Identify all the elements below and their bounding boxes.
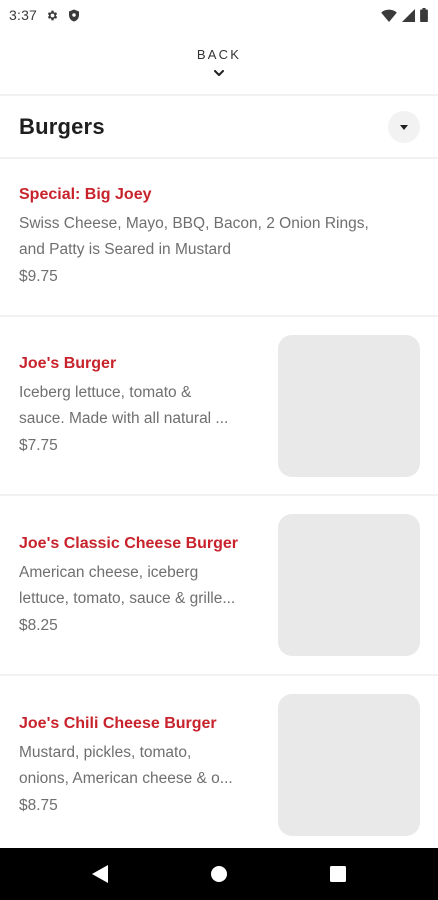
menu-item-description: American cheese, iceberg lettuce, tomato… bbox=[19, 560, 238, 612]
menu-item-description: Mustard, pickles, tomato, onions, Americ… bbox=[19, 740, 233, 792]
menu-item-name: Joe's Chili Cheese Burger bbox=[19, 715, 217, 732]
menu-item-description-line: lettuce, tomato, sauce & grille... bbox=[19, 590, 236, 607]
caret-down-icon bbox=[400, 124, 408, 130]
back-button[interactable]: BACK bbox=[0, 30, 438, 94]
menu-item-price: $7.75 bbox=[19, 437, 58, 454]
menu-item-description-line: Iceberg lettuce, tomato & bbox=[19, 384, 192, 401]
shield-icon bbox=[68, 9, 80, 22]
menu-item-description-line: American cheese, iceberg bbox=[19, 564, 199, 581]
menu-item-name: Special: Big Joey bbox=[19, 186, 152, 203]
menu-item-description: Swiss Cheese, Mayo, BBQ, Bacon, 2 Onion … bbox=[19, 211, 369, 263]
menu-item-description-line: and Patty is Seared in Mustard bbox=[19, 241, 231, 258]
menu-item[interactable]: Joe's Chili Cheese Burger Mustard, pickl… bbox=[0, 676, 438, 848]
menu-item-image bbox=[278, 694, 420, 836]
menu-item-image bbox=[278, 514, 420, 656]
menu-item-name: Joe's Classic Cheese Burger bbox=[19, 535, 239, 552]
chevron-down-icon bbox=[214, 64, 224, 82]
gear-icon bbox=[46, 9, 59, 22]
menu-item-text: Joe's Classic Cheese Burger American che… bbox=[19, 533, 238, 637]
menu-item[interactable]: Joe's Classic Cheese Burger American che… bbox=[0, 496, 438, 674]
wifi-icon bbox=[381, 9, 397, 22]
recents-square-icon[interactable] bbox=[308, 854, 368, 894]
battery-icon bbox=[420, 8, 428, 22]
home-circle-icon[interactable] bbox=[189, 854, 249, 894]
menu-item-description-line: onions, American cheese & o... bbox=[19, 770, 233, 787]
menu-item-description-line: Mustard, pickles, tomato, bbox=[19, 744, 192, 761]
category-title: Burgers bbox=[19, 114, 105, 139]
menu-item-text: Joe's Chili Cheese Burger Mustard, pickl… bbox=[19, 713, 233, 817]
status-right bbox=[381, 8, 428, 22]
signal-icon bbox=[402, 8, 415, 22]
menu-item[interactable]: Special: Big Joey Swiss Cheese, Mayo, BB… bbox=[0, 158, 438, 315]
menu-item-price: $9.75 bbox=[19, 268, 58, 285]
navigation-bar bbox=[0, 848, 438, 900]
back-triangle-icon[interactable] bbox=[70, 854, 130, 894]
menu-item-price: $8.75 bbox=[19, 797, 58, 814]
category-dropdown-button[interactable] bbox=[388, 111, 420, 143]
back-label: BACK bbox=[196, 46, 242, 62]
category-header: Burgers bbox=[0, 96, 438, 158]
menu-item[interactable]: Joe's Burger Iceberg lettuce, tomato & s… bbox=[0, 317, 438, 494]
menu-item-price: $8.25 bbox=[19, 617, 58, 634]
status-bar: 3:37 bbox=[0, 0, 438, 30]
menu-item-description-line: sauce. Made with all natural ... bbox=[19, 410, 229, 427]
menu-item-image bbox=[278, 335, 420, 477]
menu-item-name: Joe's Burger bbox=[19, 355, 117, 372]
status-left: 3:37 bbox=[9, 7, 80, 23]
menu-item-text: Joe's Burger Iceberg lettuce, tomato & s… bbox=[19, 353, 228, 457]
menu-item-text: Special: Big Joey Swiss Cheese, Mayo, BB… bbox=[19, 184, 369, 288]
menu-item-description-line: Swiss Cheese, Mayo, BBQ, Bacon, 2 Onion … bbox=[19, 215, 369, 232]
menu-item-description: Iceberg lettuce, tomato & sauce. Made wi… bbox=[19, 380, 228, 432]
status-time: 3:37 bbox=[9, 7, 38, 23]
